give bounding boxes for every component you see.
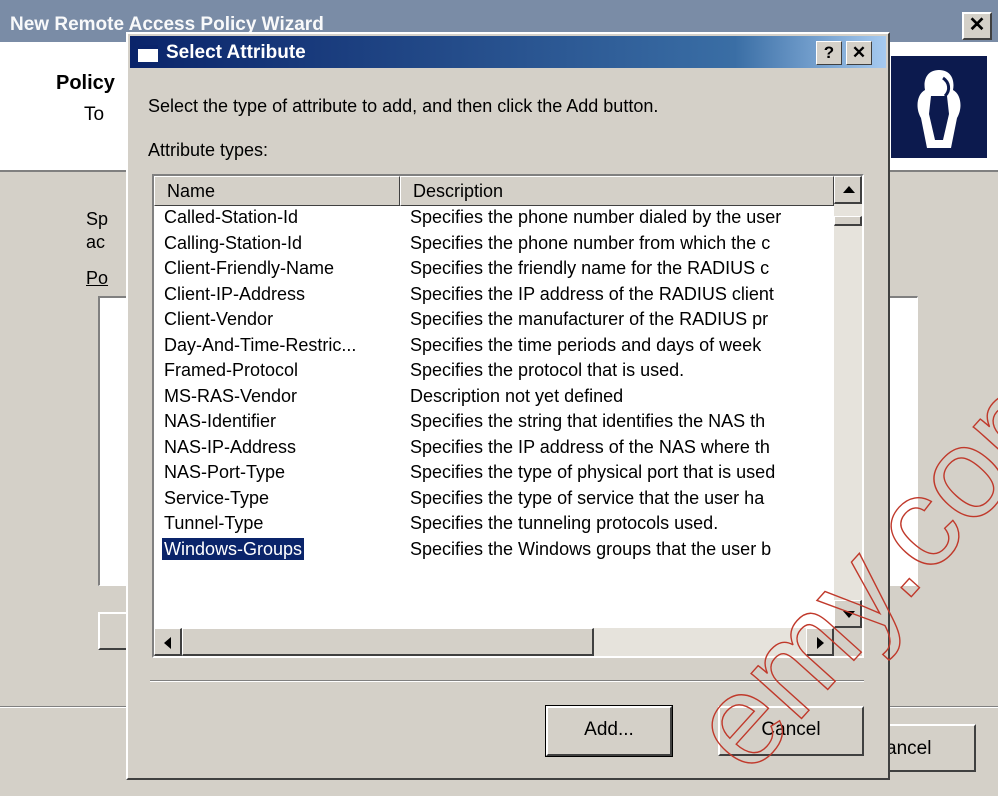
wizard-cancel-button[interactable]: ancel bbox=[880, 724, 976, 772]
table-row[interactable]: Client-Vendor Specifies the manufacturer … bbox=[154, 308, 834, 330]
dialog-separator bbox=[150, 680, 864, 682]
instruction-text: Select the type of attribute to add, and… bbox=[148, 96, 659, 116]
list-header: Name Description bbox=[154, 176, 862, 206]
attribute-description-cell: Specifies the friendly name for the RADI… bbox=[410, 258, 770, 278]
table-row[interactable]: Called-Station-Id Specifies the phone num… bbox=[154, 206, 834, 228]
attribute-name-cell: Service-Type bbox=[164, 487, 270, 508]
wizard-list-label: Po bbox=[86, 268, 109, 288]
attribute-description-cell: Specifies the manufacturer of the RADIUS… bbox=[410, 309, 769, 329]
attribute-name-cell: Framed-Protocol bbox=[164, 360, 299, 380]
attribute-description-cell: Specifies the phone number dialed by the… bbox=[410, 207, 782, 227]
attribute-description-cell: Specifies the type of physical port that… bbox=[410, 462, 776, 482]
column-header-name[interactable]: Name bbox=[154, 176, 400, 206]
table-row[interactable]: Day-And-Time-Restric... Specifies the tim… bbox=[154, 334, 834, 356]
attribute-description-cell: Specifies the string that identifies the… bbox=[410, 411, 766, 431]
attribute-description-cell: Specifies the time periods and days of w… bbox=[410, 334, 762, 355]
cancel-button[interactable]: Cancel bbox=[718, 706, 864, 756]
vertical-scroll-thumb[interactable] bbox=[834, 216, 862, 226]
table-row[interactable]: Service-Type Specifies the type of servic… bbox=[154, 487, 834, 509]
help-icon: ? bbox=[823, 43, 835, 62]
dialog-title: Select Attribute bbox=[166, 42, 306, 63]
attribute-name-cell: NAS-IP-Address bbox=[164, 436, 297, 457]
wizard-header-subtitle: To bbox=[84, 104, 105, 125]
table-row[interactable]: NAS-IP-Address Specifies the IP address o… bbox=[154, 436, 834, 458]
attribute-name-cell: Windows-Groups bbox=[160, 536, 306, 561]
scroll-right-button[interactable] bbox=[806, 628, 834, 656]
person-logo-icon bbox=[891, 56, 987, 158]
add-button[interactable]: Add... bbox=[545, 705, 673, 757]
table-row[interactable]: NAS-Identifier Specifies the string that … bbox=[154, 410, 834, 432]
help-button[interactable]: ? bbox=[816, 41, 842, 65]
scroll-down-button[interactable] bbox=[834, 600, 862, 628]
close-icon: ✕ bbox=[968, 14, 986, 36]
vertical-scrollbar[interactable] bbox=[834, 176, 862, 628]
wizard-body-text-1: Sp bbox=[86, 209, 109, 229]
attribute-name-cell: Called-Station-Id bbox=[164, 207, 299, 227]
attribute-description-cell: Specifies the tunneling protocols used. bbox=[410, 513, 719, 533]
attribute-name-cell: MS-RAS-Vendor bbox=[164, 385, 298, 406]
attribute-name-cell: Calling-Station-Id bbox=[164, 232, 303, 253]
select-attribute-dialog: Select Attribute ? ✕ Select the type of … bbox=[126, 32, 890, 780]
attribute-name-cell: Client-Vendor bbox=[164, 309, 274, 329]
scroll-left-icon bbox=[164, 637, 171, 649]
attribute-description-cell: Specifies the IP address of the NAS wher… bbox=[410, 436, 770, 457]
attribute-name-cell: Client-IP-Address bbox=[164, 283, 306, 304]
attribute-name-cell: NAS-Identifier bbox=[164, 411, 277, 431]
attribute-list[interactable]: Name Description Called-Station-Id Specif… bbox=[152, 174, 864, 658]
table-row[interactable]: Client-IP-Address Specifies the IP addres… bbox=[154, 283, 834, 305]
scroll-corner bbox=[834, 628, 862, 656]
scroll-right-icon bbox=[817, 637, 824, 649]
table-row[interactable]: MS-RAS-Vendor Description not yet defined bbox=[154, 385, 834, 407]
horizontal-scrollbar[interactable] bbox=[154, 628, 834, 656]
close-icon: ✕ bbox=[851, 43, 867, 62]
attribute-description-cell: Specifies the IP address of the RADIUS c… bbox=[410, 283, 774, 304]
column-header-description[interactable]: Description bbox=[400, 176, 834, 206]
attribute-description-cell: Specifies the phone number from which th… bbox=[410, 232, 771, 253]
close-button[interactable]: ✕ bbox=[846, 41, 872, 65]
scroll-up-button[interactable] bbox=[834, 176, 862, 204]
attribute-types-label: Attribute types: bbox=[148, 140, 269, 160]
wizard-body-text-2: ac bbox=[86, 232, 106, 252]
wizard-close-button[interactable]: ✕ bbox=[962, 12, 992, 40]
attribute-name-cell: Client-Friendly-Name bbox=[164, 258, 335, 278]
attribute-name-cell: NAS-Port-Type bbox=[164, 462, 286, 482]
table-row[interactable]: NAS-Port-Type Specifies the type of physi… bbox=[154, 461, 834, 483]
attribute-name-cell: Day-And-Time-Restric... bbox=[164, 334, 357, 355]
attribute-description-cell: Specifies the type of service that the u… bbox=[410, 487, 765, 508]
table-row[interactable]: Framed-Protocol Specifies the protocol th… bbox=[154, 359, 834, 381]
table-row[interactable]: Tunnel-Type Specifies the tunneling proto… bbox=[154, 512, 834, 534]
attribute-description-cell: Description not yet defined bbox=[410, 385, 624, 406]
scroll-left-button[interactable] bbox=[154, 628, 182, 656]
table-row[interactable]: Client-Friendly-Name Specifies the friend… bbox=[154, 257, 834, 279]
attribute-name-cell: Tunnel-Type bbox=[164, 513, 264, 533]
wizard-cancel-label: ancel bbox=[886, 738, 932, 759]
attribute-description-cell: Specifies the protocol that is used. bbox=[410, 360, 685, 380]
horizontal-scroll-thumb[interactable] bbox=[182, 628, 594, 656]
table-row[interactable]: Windows-Groups Specifies the Windows grou… bbox=[154, 536, 834, 561]
scroll-up-icon bbox=[843, 186, 855, 193]
window-icon bbox=[138, 45, 158, 62]
table-row[interactable]: Calling-Station-Id Specifies the phone nu… bbox=[154, 232, 834, 254]
dialog-titlebar[interactable]: Select Attribute ? ✕ bbox=[130, 36, 886, 68]
attribute-description-cell: Specifies the Windows groups that the us… bbox=[410, 538, 772, 559]
wizard-header-title: Policy bbox=[56, 72, 115, 94]
scroll-down-icon bbox=[843, 611, 855, 618]
